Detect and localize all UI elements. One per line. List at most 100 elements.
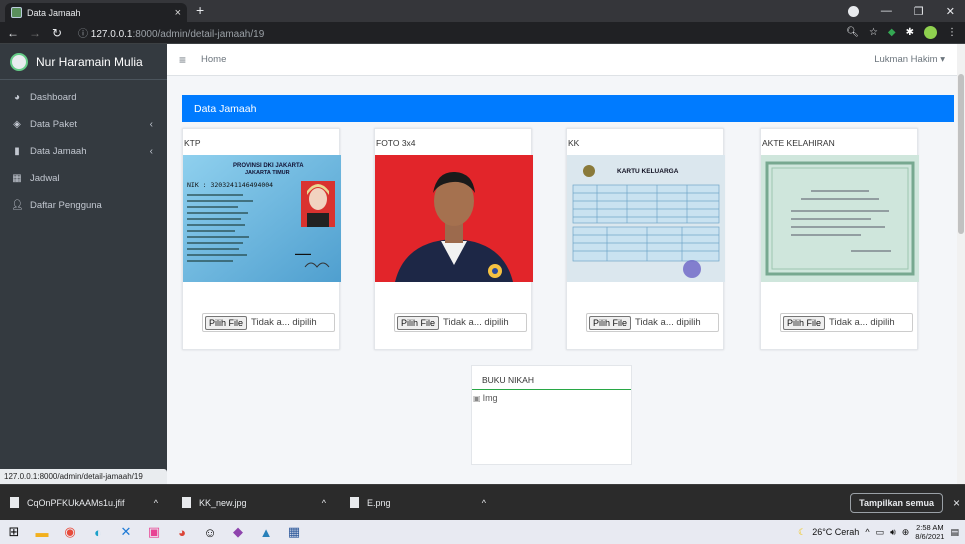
download-shelf: CqOnPFKUkAAMs1u.jfif ^ KK_new.jpg ^ E.pn… <box>0 484 965 520</box>
extensions-puzzle-icon[interactable]: ✱ <box>906 27 914 38</box>
akte-file-input[interactable]: Pilih File Tidak a... dipilih <box>780 313 913 332</box>
bookmark-star-icon[interactable]: ☆ <box>869 27 878 38</box>
weather-text[interactable]: 26°C Cerah <box>812 527 859 537</box>
zoom-icon[interactable]: 🔍︎ <box>846 27 859 38</box>
brand-name: Nur Haramain Mulia <box>36 54 143 69</box>
photos-icon[interactable]: ▲ <box>252 520 280 544</box>
choose-file-button[interactable]: Pilih File <box>397 315 440 330</box>
doc-label: BUKU NIKAH <box>472 366 631 390</box>
forward-icon[interactable]: → <box>26 26 44 40</box>
chrome-icon[interactable]: ◕ <box>168 520 196 544</box>
svg-text:▬▬▬▬: ▬▬▬▬ <box>295 251 311 256</box>
chevron-up-icon[interactable]: ^ <box>322 498 326 508</box>
chevron-up-icon[interactable]: ^ <box>154 498 158 508</box>
browser-menu-icon[interactable]: ⋮ <box>947 27 957 38</box>
tab-close-icon[interactable]: × <box>175 7 181 19</box>
download-filename: E.png <box>367 497 391 508</box>
notifications-icon[interactable]: ▤ <box>950 527 959 538</box>
new-tab-button[interactable]: + <box>196 2 204 18</box>
app-icon[interactable]: ◆ <box>224 520 252 544</box>
choose-file-button[interactable]: Pilih File <box>783 315 826 330</box>
file-icon: ▮ <box>14 146 20 157</box>
dashboard-icon: ◕ <box>13 92 21 103</box>
word-icon[interactable]: ▦ <box>280 520 308 544</box>
reload-icon[interactable]: ↻ <box>48 26 66 40</box>
clock-date: 8/6/2021 <box>915 532 945 541</box>
card-title: Data Jamaah <box>182 95 954 122</box>
ktp-file-input[interactable]: Pilih File Tidak a... dipilih <box>202 313 335 332</box>
app-icon[interactable]: ▣ <box>140 520 168 544</box>
windows-start-icon[interactable]: ⊞ <box>0 520 28 544</box>
browser-tab[interactable]: Data Jamaah × <box>5 3 187 22</box>
brand-link[interactable]: Nur Haramain Mulia <box>0 44 167 80</box>
close-window-icon[interactable]: ✕ <box>946 5 955 18</box>
file-icon <box>182 497 191 508</box>
file-icon <box>10 497 19 508</box>
file-explorer-icon[interactable]: ▬ <box>28 520 56 544</box>
calendar-icon: ▦ <box>12 173 22 184</box>
scrollbar-thumb[interactable] <box>958 74 964 234</box>
file-status: Tidak a... dipilih <box>251 317 317 328</box>
kk-file-input[interactable]: Pilih File Tidak a... dipilih <box>586 313 719 332</box>
doc-card-kk: KK KARTU KELUARGA Pilih File Tidak a... … <box>566 128 725 350</box>
sidebar-item-label: Daftar Pengguna <box>30 200 102 211</box>
tab-title: Data Jamaah <box>27 7 81 18</box>
download-filename: CqOnPFKUkAAMs1u.jfif <box>27 497 125 508</box>
download-item[interactable]: E.png ^ <box>340 485 500 521</box>
volume-icon[interactable]: 🔊︎ <box>890 527 896 538</box>
info-icon[interactable]: ⓘ <box>78 29 88 40</box>
sidebar-item-data-paket[interactable]: ◈ Data Paket ‹ <box>0 111 167 138</box>
choose-file-button[interactable]: Pilih File <box>205 315 248 330</box>
chevron-left-icon: ‹ <box>149 119 153 130</box>
show-all-downloads-button[interactable]: Tampilkan semua <box>850 492 943 513</box>
top-navbar: ≡ Home Lukman Hakim ▾ <box>167 44 957 76</box>
doc-label: AKTE KELAHIRAN <box>762 138 835 148</box>
ktp-city: JAKARTA TIMUR <box>245 170 290 176</box>
minimize-icon[interactable]: — <box>881 5 892 17</box>
foto-file-input[interactable]: Pilih File Tidak a... dipilih <box>394 313 527 332</box>
download-item[interactable]: KK_new.jpg ^ <box>172 485 340 521</box>
page-scrollbar[interactable] <box>957 44 965 484</box>
profile-avatar-icon[interactable] <box>924 26 937 39</box>
sidebar-item-label: Data Paket <box>30 119 77 130</box>
kk-title: KARTU KELUARGA <box>617 168 679 175</box>
broken-image: ▣ Img <box>472 390 631 403</box>
hamburger-menu-icon[interactable]: ≡ <box>179 53 186 67</box>
profile-icon[interactable] <box>847 5 859 17</box>
edge-icon[interactable]: ◐ <box>84 520 112 544</box>
broken-image-icon: ▣ <box>473 393 481 403</box>
user-menu[interactable]: Lukman Hakim ▾ <box>874 54 945 65</box>
doc-label: FOTO 3x4 <box>376 138 416 148</box>
app-icon[interactable]: ◉ <box>56 520 84 544</box>
sidebar-item-dashboard[interactable]: ◕ Dashboard <box>0 84 167 111</box>
tray-chevron-icon[interactable]: ^ <box>865 527 869 537</box>
extension-leaf-icon[interactable]: ◆ <box>888 27 896 38</box>
sidebar-item-daftar-pengguna[interactable]: 👤︎ Daftar Pengguna <box>0 192 167 219</box>
close-download-shelf-icon[interactable]: × <box>953 496 960 510</box>
browser-tab-strip: Data Jamaah × + — ❐ ✕ <box>0 0 965 22</box>
nav-home-link[interactable]: Home <box>201 54 226 65</box>
download-item[interactable]: CqOnPFKUkAAMs1u.jfif ^ <box>0 485 172 521</box>
sidebar-menu: ◕ Dashboard ◈ Data Paket ‹ ▮ Data Jamaah… <box>0 80 167 219</box>
doc-card-akte: AKTE KELAHIRAN Pilih File Tidak a... dip… <box>760 128 919 350</box>
file-status: Tidak a... dipilih <box>635 317 701 328</box>
box-icon: ◈ <box>13 119 21 130</box>
choose-file-button[interactable]: Pilih File <box>589 315 632 330</box>
battery-icon[interactable]: ▭ <box>876 527 885 538</box>
vscode-icon[interactable]: ✕ <box>112 520 140 544</box>
emoji-app-icon[interactable]: ☺ <box>196 520 224 544</box>
brand-logo-icon <box>10 52 28 71</box>
window-controls: — ❐ ✕ <box>847 0 965 22</box>
back-icon[interactable]: ← <box>4 26 22 40</box>
chevron-left-icon: ‹ <box>149 146 153 157</box>
windows-taskbar: ⊞ ▬ ◉ ◐ ✕ ▣ ◕ ☺ ◆ ▲ ▦ ☾ 26°C Cerah ^ ▭ 🔊… <box>0 520 965 544</box>
sidebar-item-label: Jadwal <box>30 173 60 184</box>
url-field[interactable]: ⓘ 127.0.0.1:8000/admin/detail-jamaah/19 <box>78 25 264 40</box>
chevron-up-icon[interactable]: ^ <box>482 498 486 508</box>
restore-icon[interactable]: ❐ <box>914 5 924 18</box>
sidebar-item-data-jamaah[interactable]: ▮ Data Jamaah ‹ <box>0 138 167 165</box>
sidebar-item-jadwal[interactable]: ▦ Jadwal <box>0 165 167 192</box>
language-icon[interactable]: ⊕ <box>902 527 910 538</box>
clock[interactable]: 2:58 AM 8/6/2021 <box>915 523 944 541</box>
ktp-province: PROVINSI DKI JAKARTA <box>233 163 304 169</box>
